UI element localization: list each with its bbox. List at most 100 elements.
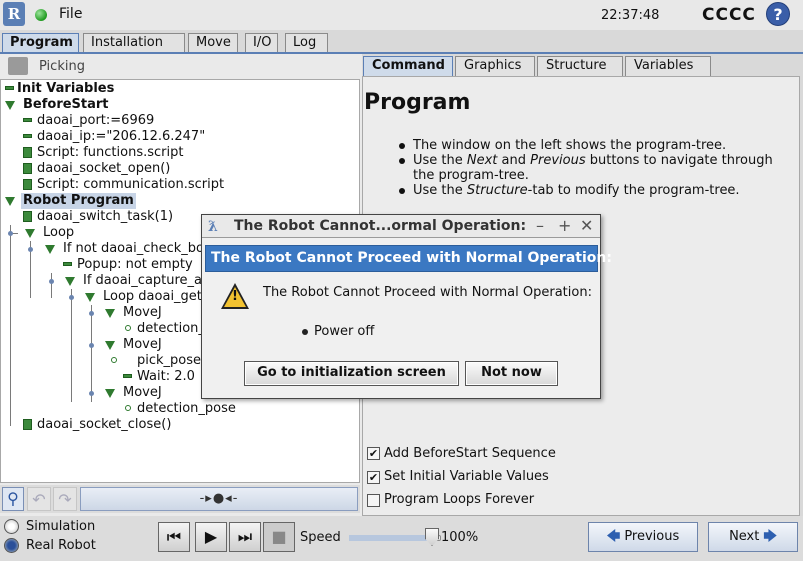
tree-item[interactable]: Popup: not empty [77,257,193,273]
tab-installation[interactable]: Installation [83,33,185,53]
tree-item[interactable]: Script: communication.script [37,177,224,193]
tree-junction-icon [89,391,94,396]
tree-junction-icon [89,343,94,348]
tree-item[interactable]: daoai_ip:="206.12.6.247" [37,129,205,145]
waypoint-icon [125,405,131,411]
redo-icon[interactable]: ↷ [53,487,77,511]
expand-triangle-icon[interactable] [5,101,15,110]
close-icon[interactable]: ✕ [580,216,593,235]
simulation-label: Simulation [26,519,96,534]
expand-triangle-icon[interactable] [25,229,35,238]
tree-item[interactable]: Script: functions.script [37,145,183,161]
tab-graphics[interactable]: Graphics [455,56,535,76]
speed-value: 100% [441,530,479,545]
top-bar [0,0,803,30]
assignment-icon [23,118,32,122]
tree-item[interactable]: BeforeStart [23,97,109,113]
dialog-bullet-text: Power off [314,324,375,339]
tree-zoom-slider[interactable]: -▸●◂- [80,487,358,511]
tree-item[interactable]: detection_pose [137,401,236,417]
tab-variables[interactable]: Variables [625,56,711,76]
tree-item[interactable]: Loop daoai_get_ [103,289,208,305]
tree-item[interactable]: pick_pose [137,353,201,369]
arrow-right-icon: 🡆 [763,529,777,544]
add-beforestart-checkbox[interactable]: ✔ [367,447,380,460]
tree-connector [51,273,52,298]
not-now-button[interactable]: Not now [465,361,558,386]
speed-label: Speed [300,530,341,545]
tree-item[interactable]: If daoai_capture_ar [83,273,207,289]
tab-io[interactable]: I/O [245,33,278,53]
speed-slider-fill [349,535,431,541]
tab-command[interactable]: Command [363,56,453,76]
tree-connector [91,305,92,402]
step-button[interactable]: ⏭ [229,522,261,552]
dialog-message: The Robot Cannot Proceed with Normal Ope… [263,285,592,300]
robot-name: CCCC [702,5,756,25]
save-disk-icon[interactable] [8,57,28,75]
expand-triangle-icon[interactable] [5,197,15,206]
help-text: The window on the left shows the program… [413,138,727,153]
tree-item[interactable]: daoai_port:=6969 [37,113,154,129]
tree-item[interactable]: Init Variables [17,81,114,97]
expand-triangle-icon[interactable] [105,309,115,318]
tree-junction-icon [49,279,54,284]
help-icon[interactable]: ? [766,2,790,26]
tree-item[interactable]: daoai_socket_close() [37,417,171,433]
waypoint-icon [111,357,117,363]
simulation-radio[interactable] [4,519,19,534]
script-icon [23,211,32,222]
page-title: Program [364,90,471,115]
script-icon [23,179,32,190]
tree-item[interactable]: detection_ [137,321,205,337]
expand-triangle-icon[interactable] [105,341,115,350]
search-icon[interactable]: ⚲ [2,487,24,511]
go-to-initialization-button[interactable]: Go to initialization screen [244,361,459,386]
next-label: Next [729,529,760,544]
help-bullet: Use the Next and Previous buttons to nav… [399,153,780,183]
tab-program[interactable]: Program [2,33,79,53]
tree-item[interactable]: daoai_socket_open() [37,161,170,177]
tree-item[interactable]: Wait: 2.0 [137,369,195,385]
dialog-header: The Robot Cannot Proceed with Normal Ope… [205,245,612,272]
minimize-icon[interactable]: – [536,216,544,235]
tree-junction-icon [89,311,94,316]
tree-connector [71,289,72,402]
help-bullet: Use the Structure-tab to modify the prog… [399,183,780,198]
play-button[interactable]: ▶ [195,522,227,552]
real-robot-radio[interactable] [4,538,19,553]
dialog-bullet: Power off [302,324,374,339]
tree-item-selected[interactable]: Robot Program [21,193,136,209]
real-robot-label: Real Robot [26,538,96,553]
assignment-icon [23,134,32,138]
script-icon [23,419,32,430]
dialog-title: The Robot Cannot...ormal Operation: [234,218,527,234]
tree-item[interactable]: daoai_switch_task(1) [37,209,173,225]
tab-move[interactable]: Move [188,33,238,53]
tree-item[interactable]: If not daoai_check_bo [63,241,204,257]
expand-triangle-icon[interactable] [105,389,115,398]
program-loops-forever-checkbox[interactable] [367,494,380,507]
tab-log[interactable]: Log [285,33,328,53]
expand-triangle-icon[interactable] [65,277,75,286]
expand-triangle-icon[interactable] [85,293,95,302]
checkbox-label: Program Loops Forever [384,492,535,507]
maximize-icon[interactable]: + [558,216,571,235]
set-initial-values-checkbox[interactable]: ✔ [367,471,380,484]
tree-item[interactable]: Loop [43,225,74,241]
popup-icon [63,262,72,266]
next-button[interactable]: Next 🡆 [708,522,798,552]
tree-junction-icon [69,295,74,300]
file-menu[interactable]: File [59,6,82,22]
tree-junction-icon [8,231,13,236]
tree-item[interactable]: MoveJ [123,305,162,321]
waypoint-icon [125,325,131,331]
tab-structure[interactable]: Structure [537,56,623,76]
undo-icon[interactable]: ↶ [27,487,51,511]
tree-item[interactable]: MoveJ [123,337,162,353]
stop-button[interactable]: ■ [263,522,295,552]
previous-button[interactable]: 🡄 Previous [588,522,698,552]
rewind-button[interactable]: ⏮ [158,522,190,552]
tree-item[interactable]: MoveJ [123,385,162,401]
expand-triangle-icon[interactable] [45,245,55,254]
